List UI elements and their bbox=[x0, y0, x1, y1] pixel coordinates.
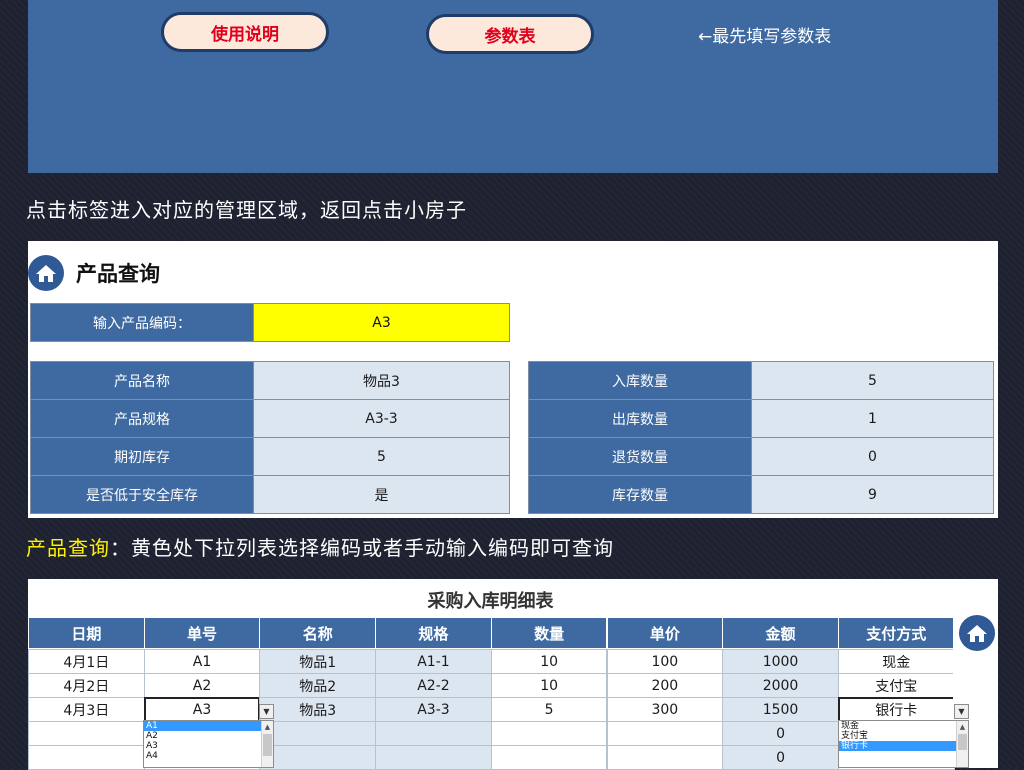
column-header: 支付方式 bbox=[837, 617, 955, 649]
table-cell bbox=[28, 745, 145, 770]
table-cell: A2-2 bbox=[375, 673, 492, 698]
table-cell: 2000 bbox=[722, 673, 839, 698]
info-value: 1 bbox=[751, 399, 994, 438]
table-cell: A3-3 bbox=[375, 697, 492, 722]
table-cell[interactable]: A2 bbox=[143, 673, 261, 698]
table-cell: 0 bbox=[722, 745, 839, 770]
column-header: 规格 bbox=[375, 617, 492, 649]
info-value: 5 bbox=[751, 361, 994, 400]
info-value: A3-3 bbox=[253, 399, 510, 438]
query-instructions-highlight: 产品查询 bbox=[26, 536, 110, 560]
table-cell: 0 bbox=[722, 721, 839, 746]
query-instructions-text: ：黄色处下拉列表选择编码或者手动输入编码即可查询 bbox=[110, 536, 614, 560]
info-label: 入库数量 bbox=[528, 361, 752, 400]
params-button[interactable]: 参数表 bbox=[426, 14, 594, 54]
table-cell[interactable]: 现金 bbox=[837, 649, 955, 674]
purchase-table-title: 采购入库明细表 bbox=[427, 591, 554, 612]
dropdown-scrollbar[interactable]: ▲ bbox=[956, 721, 968, 767]
column-header: 名称 bbox=[259, 617, 377, 649]
table-cell[interactable]: 银行卡 bbox=[837, 697, 955, 722]
table-cell: 1000 bbox=[722, 649, 839, 674]
table-cell bbox=[606, 721, 724, 746]
info-label: 退货数量 bbox=[528, 437, 752, 476]
column-header: 单价 bbox=[606, 617, 724, 649]
table-cell: 200 bbox=[606, 673, 724, 698]
table-cell bbox=[259, 721, 377, 746]
table-cell bbox=[375, 721, 492, 746]
dropdown-option[interactable]: A2 bbox=[144, 731, 273, 741]
home-icon[interactable] bbox=[28, 255, 64, 291]
code-dropdown-list[interactable]: ▲ A1 A2 A3 A4 bbox=[143, 720, 274, 768]
table-cell: 10 bbox=[490, 649, 608, 674]
table-cell bbox=[606, 745, 724, 770]
column-header: 数量 bbox=[490, 617, 608, 649]
info-label: 出库数量 bbox=[528, 399, 752, 438]
table-cell: 4月3日 bbox=[28, 697, 145, 722]
info-value: 5 bbox=[253, 437, 510, 476]
home-icon[interactable] bbox=[959, 615, 995, 651]
dropdown-scrollbar[interactable]: ▲ bbox=[261, 721, 273, 767]
table-cell: 4月1日 bbox=[28, 649, 145, 674]
table-cell bbox=[28, 721, 145, 746]
info-value: 9 bbox=[751, 475, 994, 514]
product-code-input[interactable]: A3 bbox=[253, 303, 510, 342]
table-cell: 物品1 bbox=[259, 649, 377, 674]
table-cell: 10 bbox=[490, 673, 608, 698]
table-cell bbox=[375, 745, 492, 770]
dropdown-option[interactable]: A4 bbox=[144, 751, 273, 761]
top-banner: 使用说明 参数表 ←最先填写参数表 bbox=[28, 0, 998, 173]
product-query-card: 产品查询 输入产品编码： A3 产品名称 物品3 产品规格 A3-3 期初库存 5 是否低于… bbox=[28, 241, 998, 518]
table-cell: 物品3 bbox=[259, 697, 377, 722]
info-label: 产品规格 bbox=[30, 399, 254, 438]
product-query-title: 产品查询 bbox=[76, 262, 160, 286]
table-cell: 物品2 bbox=[259, 673, 377, 698]
info-label: 期初库存 bbox=[30, 437, 254, 476]
table-cell[interactable]: A3 bbox=[143, 697, 261, 722]
column-header: 单号 bbox=[143, 617, 261, 649]
info-label: 是否低于安全库存 bbox=[30, 475, 254, 514]
table-cell bbox=[490, 721, 608, 746]
info-label: 产品名称 bbox=[30, 361, 254, 400]
dropdown-option[interactable]: 现金 bbox=[839, 721, 968, 731]
section-caption: 点击标签进入对应的管理区域，返回点击小房子 bbox=[26, 198, 467, 222]
payment-dropdown-list[interactable]: ▲ 现金 支付宝 银行卡 bbox=[838, 720, 969, 768]
info-value: 是 bbox=[253, 475, 510, 514]
dropdown-option[interactable]: A3 bbox=[144, 741, 273, 751]
table-cell: 100 bbox=[606, 649, 724, 674]
info-value: 0 bbox=[751, 437, 994, 476]
chevron-down-icon[interactable]: ▼ bbox=[259, 704, 274, 719]
table-cell[interactable]: A1 bbox=[143, 649, 261, 674]
info-label: 库存数量 bbox=[528, 475, 752, 514]
table-cell: 4月2日 bbox=[28, 673, 145, 698]
info-value: 物品3 bbox=[253, 361, 510, 400]
table-cell[interactable]: 支付宝 bbox=[837, 673, 955, 698]
dropdown-option[interactable]: 银行卡 bbox=[839, 741, 968, 751]
table-cell bbox=[490, 745, 608, 770]
dropdown-option[interactable]: 支付宝 bbox=[839, 731, 968, 741]
table-cell: 300 bbox=[606, 697, 724, 722]
product-code-label: 输入产品编码： bbox=[30, 303, 254, 342]
table-cell bbox=[259, 745, 377, 770]
dropdown-option[interactable]: A1 bbox=[144, 721, 273, 731]
column-header: 日期 bbox=[28, 617, 145, 649]
column-header: 金额 bbox=[722, 617, 839, 649]
table-cell: 5 bbox=[490, 697, 608, 722]
chevron-down-icon[interactable]: ▼ bbox=[954, 704, 969, 719]
params-hint: ←最先填写参数表 bbox=[698, 27, 832, 47]
table-cell: A1-1 bbox=[375, 649, 492, 674]
table-cell: 1500 bbox=[722, 697, 839, 722]
help-button[interactable]: 使用说明 bbox=[161, 12, 329, 52]
query-instructions: 产品查询：黄色处下拉列表选择编码或者手动输入编码即可查询 bbox=[26, 532, 614, 561]
